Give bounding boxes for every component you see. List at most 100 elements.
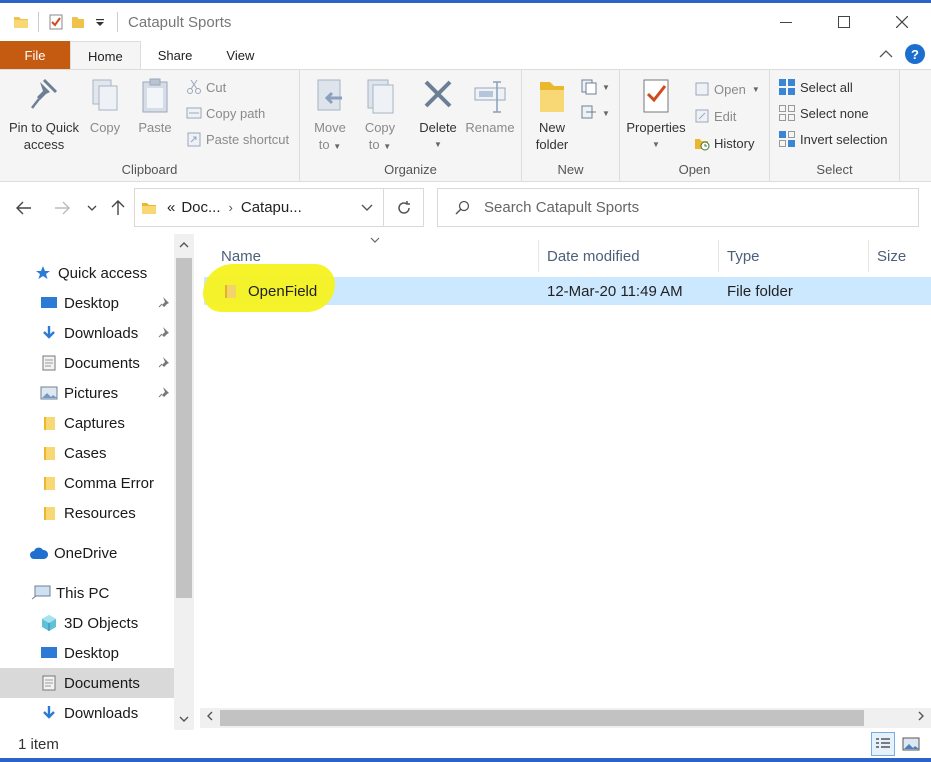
paste-label: Paste xyxy=(138,120,172,135)
paste-shortcut-button[interactable]: Paste shortcut xyxy=(186,128,289,150)
nav-onedrive[interactable]: OneDrive xyxy=(28,538,174,568)
scroll-left-icon[interactable] xyxy=(200,710,220,724)
nav-label: Downloads xyxy=(64,704,139,722)
copy-button[interactable]: Copy xyxy=(84,76,126,136)
history-button[interactable]: History xyxy=(694,132,754,154)
paste-button[interactable]: Paste xyxy=(134,76,176,136)
tab-view[interactable]: View xyxy=(209,41,271,70)
cut-label: Cut xyxy=(206,79,227,95)
status-bar: 1 item xyxy=(0,730,931,758)
pin-to-quick-access-button[interactable]: Pin to Quick access xyxy=(6,76,82,153)
nav-3d-objects[interactable]: 3D Objects xyxy=(38,608,174,638)
nav-quick-access[interactable]: Quick access xyxy=(32,258,174,288)
up-button[interactable] xyxy=(106,196,130,220)
cut-button[interactable]: Cut xyxy=(186,76,226,98)
nav-label: Desktop xyxy=(64,294,120,312)
scroll-up-icon[interactable] xyxy=(174,238,194,252)
back-button[interactable] xyxy=(12,196,36,220)
collapse-ribbon-icon[interactable] xyxy=(879,46,893,62)
nav-comma-error[interactable]: Comma Error xyxy=(38,468,174,498)
forward-arrow-icon xyxy=(55,201,70,215)
details-view-button[interactable] xyxy=(871,732,895,756)
breadcrumb-overflow[interactable]: « xyxy=(167,199,175,216)
delete-dropdown-icon[interactable]: ▼ xyxy=(434,136,442,153)
invert-selection-button[interactable]: Invert selection xyxy=(778,128,887,150)
recent-locations-button[interactable] xyxy=(80,196,104,220)
table-row[interactable]: OpenField 12-Mar-20 11:49 AM File folder xyxy=(203,264,931,312)
large-icons-view-button[interactable] xyxy=(899,732,923,756)
maximize-button[interactable] xyxy=(815,3,873,41)
column-header-size[interactable]: Size xyxy=(869,240,931,272)
copy-path-button[interactable]: Copy path xyxy=(186,102,265,124)
folder-icon xyxy=(38,445,60,461)
address-dropdown-icon[interactable] xyxy=(361,199,373,216)
title-bar: Catapult Sports xyxy=(0,3,931,41)
nav-pane-scroll-thumb[interactable] xyxy=(176,258,192,598)
copy-to-button[interactable]: Copy to ▼ xyxy=(358,76,402,155)
folder-icon xyxy=(222,277,238,305)
nav-documents[interactable]: Documents xyxy=(0,668,174,698)
ribbon-tabs: File Home Share View ? xyxy=(0,41,931,70)
taskbar-edge xyxy=(0,758,931,762)
computer-icon xyxy=(30,585,52,601)
column-header-type[interactable]: Type xyxy=(719,240,869,272)
edit-button[interactable]: Edit xyxy=(694,105,736,127)
tab-share[interactable]: Share xyxy=(141,41,210,70)
nav-desktop-pinned[interactable]: Desktop xyxy=(38,288,174,318)
breadcrumb-separator-icon[interactable]: › xyxy=(229,200,233,215)
nav-downloads-pinned[interactable]: Downloads xyxy=(38,318,174,348)
refresh-button[interactable] xyxy=(384,188,424,227)
minimize-button[interactable] xyxy=(757,3,815,41)
address-bar[interactable]: « Doc... › Catapu... xyxy=(134,188,384,227)
cube-icon xyxy=(38,614,60,632)
tab-home[interactable]: Home xyxy=(70,41,141,70)
horizontal-scroll-thumb[interactable] xyxy=(220,710,864,726)
forward-button[interactable] xyxy=(50,196,74,220)
tab-file[interactable]: File xyxy=(0,41,70,70)
column-header-date-modified[interactable]: Date modified xyxy=(539,240,719,272)
nav-resources[interactable]: Resources xyxy=(38,498,174,528)
cloud-icon xyxy=(28,546,50,560)
star-icon xyxy=(32,265,54,281)
select-group: Select all Select none Invert selection … xyxy=(770,70,900,181)
nav-desktop[interactable]: Desktop xyxy=(38,638,174,668)
nav-downloads[interactable]: Downloads xyxy=(38,698,174,728)
new-folder-qat-button[interactable] xyxy=(67,11,89,33)
properties-dropdown-icon[interactable]: ▼ xyxy=(652,136,660,153)
file-list-horizontal-scrollbar[interactable] xyxy=(200,708,931,728)
delete-button[interactable]: Delete ▼ xyxy=(416,76,460,153)
properties-qat-button[interactable] xyxy=(45,11,67,33)
scroll-right-icon[interactable] xyxy=(911,710,931,724)
new-group: New folder ▼ ▼ New xyxy=(522,70,620,181)
select-none-button[interactable]: Select none xyxy=(778,102,869,124)
scroll-down-icon[interactable] xyxy=(174,712,194,726)
move-to-button[interactable]: Move to ▼ xyxy=(308,76,352,155)
customize-qat-dropdown[interactable] xyxy=(89,11,111,33)
nav-cases[interactable]: Cases xyxy=(38,438,174,468)
folder-icon xyxy=(10,11,32,33)
breadcrumb-documents[interactable]: Doc... xyxy=(181,199,220,216)
organize-group-label: Organize xyxy=(384,162,437,177)
rename-icon xyxy=(474,81,506,113)
open-button[interactable]: Open ▼ xyxy=(694,78,760,100)
close-button[interactable] xyxy=(873,3,931,41)
nav-documents-pinned[interactable]: Documents xyxy=(38,348,174,378)
properties-label: Properties xyxy=(626,120,686,135)
rename-button[interactable]: Rename xyxy=(464,76,516,136)
file-list: Name Date modified Type Size OpenField 1… xyxy=(196,234,931,708)
help-icon[interactable]: ? xyxy=(905,44,925,64)
new-item-button[interactable]: ▼ xyxy=(580,76,610,98)
properties-button[interactable]: Properties ▼ xyxy=(624,76,688,153)
nav-captures[interactable]: Captures xyxy=(38,408,174,438)
nav-this-pc[interactable]: This PC xyxy=(30,578,174,608)
new-folder-button[interactable]: New folder xyxy=(530,76,574,153)
nav-pictures-pinned[interactable]: Pictures xyxy=(38,378,174,408)
select-all-button[interactable]: Select all xyxy=(778,76,853,98)
invert-selection-icon xyxy=(779,131,795,147)
nav-pane-scrollbar[interactable] xyxy=(174,234,194,730)
search-input[interactable] xyxy=(484,199,884,216)
easy-access-button[interactable]: ▼ xyxy=(580,102,610,124)
nav-label: Pictures xyxy=(64,384,119,402)
search-box[interactable] xyxy=(437,188,919,227)
breadcrumb-catapult[interactable]: Catapu... xyxy=(241,199,302,216)
